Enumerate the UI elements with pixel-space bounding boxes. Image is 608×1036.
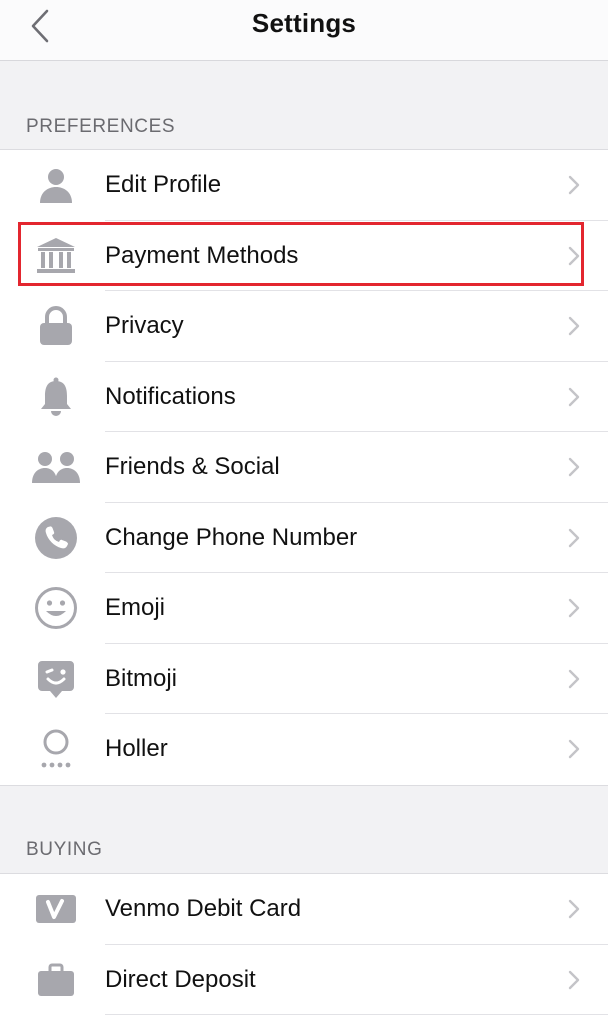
buying-group: Venmo Debit Card Direct Deposit xyxy=(0,873,608,1036)
chevron-right-icon xyxy=(568,387,580,406)
settings-row-direct-deposit[interactable]: Direct Deposit xyxy=(0,945,608,1015)
holler-icon xyxy=(30,723,82,775)
person-icon xyxy=(30,159,82,211)
settings-row-label: Friends & Social xyxy=(105,453,280,481)
bell-icon xyxy=(30,371,82,423)
briefcase-icon xyxy=(30,954,82,1006)
settings-row-edit-profile[interactable]: Edit Profile xyxy=(0,150,608,221)
settings-row-label: Venmo Debit Card xyxy=(105,895,302,923)
chevron-right-icon xyxy=(568,528,580,547)
settings-row-change-phone-number[interactable]: Change Phone Number xyxy=(0,503,608,573)
phone-icon xyxy=(30,512,82,564)
settings-screen: Settings PREFERENCES Edit Profile Paymen… xyxy=(0,0,608,1036)
chevron-right-icon xyxy=(568,669,580,688)
section-header-buying: BUYING xyxy=(26,839,103,860)
settings-row-venmo-debit-card[interactable]: Venmo Debit Card xyxy=(0,874,608,945)
navigation-bar: Settings xyxy=(0,0,608,61)
chevron-right-icon xyxy=(568,970,580,989)
settings-row-notifications[interactable]: Notifications xyxy=(0,362,608,432)
settings-row-label: Bitmoji xyxy=(105,664,178,692)
chevron-right-icon xyxy=(568,740,580,759)
section-header-preferences: PREFERENCES xyxy=(26,116,176,137)
settings-row-label: Payment Methods xyxy=(105,241,299,269)
chevron-right-icon xyxy=(568,176,580,195)
chevron-right-icon xyxy=(568,900,580,919)
chevron-right-icon xyxy=(568,246,580,265)
venmo-card-icon xyxy=(30,883,82,935)
lock-icon xyxy=(30,300,82,352)
preferences-group: Edit Profile Payment Methods Privacy Not… xyxy=(0,149,608,786)
settings-row-emoji[interactable]: Emoji xyxy=(0,573,608,644)
chevron-right-icon xyxy=(568,599,580,618)
smiley-icon xyxy=(30,582,82,634)
page-title: Settings xyxy=(251,8,357,38)
bitmoji-icon xyxy=(30,653,82,705)
partial-row-icon xyxy=(30,1024,82,1036)
settings-row-payment-methods[interactable]: Payment Methods xyxy=(0,221,608,291)
settings-row-label: Direct Deposit xyxy=(105,965,256,993)
settings-row-holler[interactable]: Holler xyxy=(0,714,608,785)
friends-icon xyxy=(30,441,82,493)
settings-row-friends-social[interactable]: Friends & Social xyxy=(0,432,608,503)
settings-row-label: Privacy xyxy=(105,312,184,340)
bank-icon xyxy=(30,230,82,282)
settings-row-partial[interactable] xyxy=(0,1015,608,1036)
chevron-right-icon xyxy=(568,317,580,336)
settings-row-bitmoji[interactable]: Bitmoji xyxy=(0,644,608,714)
settings-row-privacy[interactable]: Privacy xyxy=(0,291,608,362)
settings-row-label: Edit Profile xyxy=(105,171,222,199)
settings-row-label: Change Phone Number xyxy=(105,523,358,551)
chevron-right-icon xyxy=(568,458,580,477)
settings-row-label: Emoji xyxy=(105,594,166,622)
settings-row-label: Holler xyxy=(105,735,168,763)
settings-row-label: Notifications xyxy=(105,382,236,410)
